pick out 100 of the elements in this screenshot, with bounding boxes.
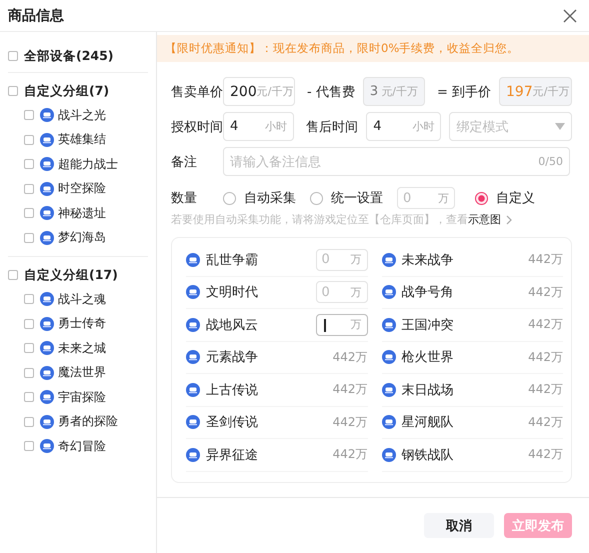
caret-icon: [555, 123, 565, 130]
window-title: 商品信息: [8, 6, 64, 24]
amount-text: 442万: [528, 381, 563, 398]
device-name: 末日战场: [402, 382, 454, 399]
amount-text: 442万: [332, 414, 368, 431]
checkbox[interactable]: [24, 318, 34, 329]
app-icon: [186, 415, 200, 430]
checkbox[interactable]: [24, 416, 34, 427]
device-label[interactable]: 战斗之魂: [58, 290, 106, 308]
field-label: 售后时间: [306, 118, 358, 136]
cancel-button[interactable]: 取消: [424, 513, 494, 538]
radio-button[interactable]: [223, 192, 236, 204]
device-name: 上古传说: [206, 382, 259, 399]
group-label[interactable]: 全部设备(245): [24, 48, 114, 64]
checkbox[interactable]: [24, 208, 34, 218]
device-label[interactable]: 勇者的探险: [58, 413, 118, 430]
amount-text: 442万: [528, 446, 563, 464]
input-field[interactable]: 4 小时: [366, 112, 442, 141]
device-label[interactable]: 神秘遗址: [58, 204, 106, 222]
device-name: 战地风云: [206, 316, 259, 334]
field-label: 售卖单价: [171, 84, 223, 100]
app-icon: [382, 318, 396, 332]
checkbox[interactable]: [24, 368, 34, 378]
checkbox[interactable]: [24, 184, 34, 194]
field-label: 授权时间: [171, 118, 223, 136]
field-label: = 到手价: [436, 84, 491, 100]
unit-label: 万: [350, 284, 362, 300]
checkbox[interactable]: [8, 270, 18, 280]
device-label[interactable]: 战斗之光: [58, 106, 106, 124]
diagram-link[interactable]: 示意图: [468, 212, 501, 227]
group-label[interactable]: 自定义分组(7): [24, 82, 110, 100]
field-label: 备注: [171, 154, 198, 170]
device-name: 元素战争: [206, 349, 259, 366]
field-label: 数量: [171, 190, 198, 207]
unit-label: 元/千万: [256, 84, 294, 99]
app-icon: [186, 285, 200, 300]
app-icon: [382, 350, 396, 364]
radio-label[interactable]: 自动采集: [244, 189, 296, 207]
input-field[interactable]: 200元/千万: [223, 77, 295, 106]
unit-label: 万: [350, 252, 362, 268]
app-icon: [40, 316, 54, 331]
close-icon[interactable]: [563, 8, 577, 22]
app-icon: [382, 285, 396, 300]
device-name: 王国冲突: [402, 316, 454, 334]
amount-text: 442万: [528, 316, 563, 334]
app-icon: [186, 252, 200, 267]
checkbox[interactable]: [24, 392, 34, 402]
checkbox[interactable]: [24, 159, 34, 170]
input-field[interactable]: 4 小时: [223, 112, 294, 141]
app-icon: [40, 341, 54, 356]
device-label[interactable]: 奇幻冒险: [58, 438, 106, 455]
app-icon: [40, 366, 54, 380]
checkbox[interactable]: [8, 86, 18, 96]
app-icon: [40, 414, 54, 429]
amount-text: 442万: [332, 381, 368, 398]
app-icon: [382, 415, 396, 430]
app-icon: [382, 252, 396, 267]
app-icon: [40, 182, 54, 196]
app-icon: [186, 318, 200, 332]
device-label[interactable]: 魔法世界: [58, 364, 106, 382]
device-label[interactable]: 梦幻海岛: [58, 229, 106, 246]
unit-label: 元/千万: [381, 84, 418, 99]
hint-text: 若要使用自动采集功能，请将游戏定位至【仓库页面】，查看: [171, 212, 468, 227]
device-name: 文明时代: [206, 284, 259, 302]
amount-text: 442万: [528, 284, 563, 301]
group-label[interactable]: 自定义分组(17): [24, 266, 118, 284]
device-label[interactable]: 超能力战士: [58, 156, 118, 173]
checkbox[interactable]: [24, 110, 34, 120]
radio-label[interactable]: 自定义: [496, 189, 535, 207]
app-icon: [40, 292, 54, 306]
checkbox[interactable]: [24, 343, 34, 354]
device-label[interactable]: 时空探险: [58, 180, 106, 198]
device-label[interactable]: 勇士传奇: [58, 315, 106, 332]
device-label[interactable]: 宇宙探险: [58, 388, 106, 406]
unit-label: 万: [350, 317, 362, 332]
radio-label[interactable]: 统一设置: [331, 189, 383, 207]
device-label[interactable]: 未来之城: [58, 340, 106, 357]
amount-text: 442万: [528, 414, 563, 431]
app-icon: [40, 206, 54, 220]
device-name: 钢铁战队: [402, 446, 454, 464]
device-label[interactable]: 英雄集结: [58, 131, 106, 148]
app-icon: [40, 390, 54, 404]
checkbox[interactable]: [24, 441, 34, 452]
unit-label: 小时: [412, 119, 434, 134]
radio-button[interactable]: [475, 192, 488, 204]
checkbox[interactable]: [24, 134, 34, 145]
app-icon: [186, 382, 200, 397]
radio-button[interactable]: [310, 192, 323, 204]
device-name: 圣剑传说: [206, 414, 259, 432]
checkbox[interactable]: [8, 51, 18, 61]
char-counter: 0/50: [538, 155, 563, 168]
amount-text: 442万: [332, 446, 368, 464]
amount-text: 442万: [332, 348, 368, 366]
checkbox[interactable]: [24, 294, 34, 304]
checkbox[interactable]: [24, 232, 34, 243]
app-icon: [40, 132, 54, 147]
app-icon: [40, 230, 54, 245]
amount-text: 442万: [528, 348, 563, 366]
app-icon: [40, 157, 54, 172]
field-label: - 代售费: [307, 84, 355, 100]
